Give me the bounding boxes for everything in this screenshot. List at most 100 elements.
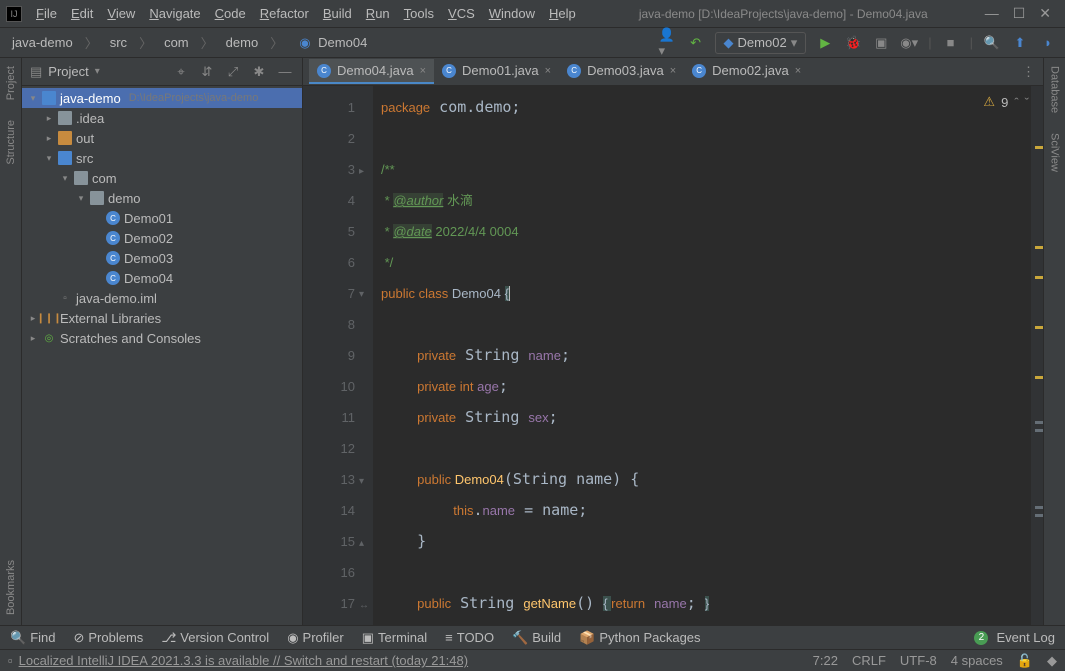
project-tree[interactable]: ▾java-demoD:\IdeaProjects\java-demo▸.ide…	[22, 86, 302, 350]
code-area[interactable]: package com.demo; /** * @author 水滴 * @da…	[373, 86, 1031, 625]
search-icon[interactable]: 🔍	[983, 34, 1001, 52]
inspection-summary[interactable]: ⚠ 9 ˆ ˇ	[983, 94, 1029, 110]
ide-scripting-icon[interactable]: ◗	[1039, 34, 1057, 52]
menu-code[interactable]: Code	[209, 4, 252, 23]
run-config-selector[interactable]: ◆ Demo02 ▾	[715, 32, 807, 54]
tree-row[interactable]: CDemo03	[22, 248, 302, 268]
close-tab-icon[interactable]: ×	[795, 65, 801, 77]
breadcrumb-item[interactable]: ◉ Demo04	[291, 33, 371, 53]
editor-tab[interactable]: CDemo02.java×	[684, 59, 809, 84]
menu-refactor[interactable]: Refactor	[254, 4, 315, 23]
bottom-tool-bar: 🔍 Find ⊘ Problems ⎇ Version Control ◉ Pr…	[0, 625, 1065, 649]
debug-icon[interactable]: 🐞	[844, 34, 862, 52]
editor: CDemo04.java×CDemo01.java×CDemo03.java×C…	[303, 58, 1043, 625]
tree-row[interactable]: ▸◎Scratches and Consoles	[22, 328, 302, 348]
menu-help[interactable]: Help	[543, 4, 582, 23]
warning-icon: ⚠	[983, 94, 995, 110]
status-icon[interactable]: ▫	[8, 653, 13, 668]
menu-build[interactable]: Build	[317, 4, 358, 23]
readonly-icon[interactable]: 🔓	[1017, 653, 1033, 669]
breadcrumb-item[interactable]: src	[106, 33, 131, 52]
tool-version-control[interactable]: ⎇ Version Control	[161, 630, 269, 646]
tool-profiler[interactable]: ◉ Profiler	[287, 630, 344, 646]
back-icon[interactable]: ↶	[687, 34, 705, 52]
window-title: java-demo [D:\IdeaProjects\java-demo] - …	[582, 7, 985, 21]
tool-database[interactable]: Database	[1049, 66, 1061, 113]
status-message[interactable]: Localized IntelliJ IDEA 2021.3.3 is avai…	[19, 653, 468, 668]
tree-row[interactable]: ▫java-demo.iml	[22, 288, 302, 308]
profile-icon[interactable]: ◉▾	[900, 34, 918, 52]
tree-row[interactable]: ▾java-demoD:\IdeaProjects\java-demo	[22, 88, 302, 108]
line-separator[interactable]: CRLF	[852, 653, 886, 669]
update-icon[interactable]: ⬆	[1011, 34, 1029, 52]
editor-tab[interactable]: CDemo01.java×	[434, 59, 559, 84]
tree-row[interactable]: ▾demo	[22, 188, 302, 208]
tool-find[interactable]: 🔍 Find	[10, 630, 55, 646]
close-tab-icon[interactable]: ×	[420, 65, 426, 77]
expand-all-icon[interactable]: ⇵	[198, 63, 216, 81]
file-encoding[interactable]: UTF-8	[900, 653, 937, 669]
tool-todo[interactable]: ≡ TODO	[445, 630, 494, 645]
breadcrumb-item[interactable]: java-demo	[8, 33, 77, 52]
java-icon: C	[692, 64, 706, 78]
breadcrumb-item[interactable]: com	[160, 33, 193, 52]
tool-build[interactable]: 🔨 Build	[512, 630, 561, 646]
tree-row[interactable]: ▸.idea	[22, 108, 302, 128]
add-user-icon[interactable]: 👤▾	[659, 34, 677, 52]
menu-file[interactable]: File	[30, 4, 63, 23]
tool-problems[interactable]: ⊘ Problems	[73, 630, 143, 646]
tree-row[interactable]: ▸out	[22, 128, 302, 148]
memory-icon[interactable]: ◆	[1047, 653, 1057, 669]
menu-run[interactable]: Run	[360, 4, 396, 23]
minimize-button[interactable]: —	[985, 5, 999, 22]
tree-row[interactable]: ▾com	[22, 168, 302, 188]
event-log[interactable]: 2Event Log	[974, 630, 1055, 645]
breadcrumb[interactable]: java-demo〉src〉com〉demo〉◉ Demo04	[8, 31, 371, 54]
java-icon: C	[442, 64, 456, 78]
breadcrumb-item[interactable]: demo	[222, 33, 263, 52]
menu-view[interactable]: View	[101, 4, 141, 23]
tool-sciview[interactable]: SciView	[1049, 133, 1061, 172]
locate-icon[interactable]: ⌖	[172, 63, 190, 81]
tool-project[interactable]: Project	[5, 66, 17, 100]
hide-icon[interactable]: —	[276, 63, 294, 81]
gutter[interactable]: ▸ ▾ ▾ ▴ ↔ 123456789101112131415161720	[303, 86, 373, 625]
stop-icon[interactable]: ■	[942, 34, 960, 52]
marker-bar[interactable]	[1031, 86, 1043, 625]
run-config-label: Demo02	[738, 35, 787, 50]
run-icon[interactable]: ▶	[816, 34, 834, 52]
menu-vcs[interactable]: VCS	[442, 4, 481, 23]
tree-row[interactable]: CDemo02	[22, 228, 302, 248]
maximize-button[interactable]: ☐	[1013, 5, 1026, 22]
titlebar: IJ FileEditViewNavigateCodeRefactorBuild…	[0, 0, 1065, 28]
menu-window[interactable]: Window	[483, 4, 541, 23]
tree-row[interactable]: ▸❙❙❙External Libraries	[22, 308, 302, 328]
java-icon: C	[317, 64, 331, 78]
sidebar-header: ▤ Project ▾ ⌖ ⇵ ⤢ ✱ —	[22, 58, 302, 86]
tool-terminal[interactable]: ▣ Terminal	[362, 630, 427, 646]
main-body: Project Structure Bookmarks ▤ Project ▾ …	[0, 58, 1065, 625]
tree-row[interactable]: CDemo04	[22, 268, 302, 288]
tree-row[interactable]: ▾src	[22, 148, 302, 168]
close-button[interactable]: ✕	[1039, 5, 1051, 22]
indent-info[interactable]: 4 spaces	[951, 653, 1003, 669]
coverage-icon[interactable]: ▣	[872, 34, 890, 52]
tree-row[interactable]: CDemo01	[22, 208, 302, 228]
menu-edit[interactable]: Edit	[65, 4, 99, 23]
collapse-all-icon[interactable]: ⤢	[224, 63, 242, 81]
close-tab-icon[interactable]: ×	[545, 65, 551, 77]
tool-bookmarks[interactable]: Bookmarks	[5, 560, 17, 615]
editor-tab[interactable]: CDemo04.java×	[309, 59, 434, 84]
close-tab-icon[interactable]: ×	[670, 65, 676, 77]
caret-position[interactable]: 7:22	[813, 653, 838, 669]
menu-tools[interactable]: Tools	[398, 4, 440, 23]
settings-icon[interactable]: ✱	[250, 63, 268, 81]
menu-navigate[interactable]: Navigate	[143, 4, 206, 23]
tabs-more-icon[interactable]: ⋮	[1022, 64, 1035, 80]
project-sidebar: ▤ Project ▾ ⌖ ⇵ ⤢ ✱ — ▾java-demoD:\IdeaP…	[22, 58, 303, 625]
editor-tab[interactable]: CDemo03.java×	[559, 59, 684, 84]
sidebar-title[interactable]: Project	[48, 64, 88, 79]
left-tool-strip: Project Structure Bookmarks	[0, 58, 22, 625]
tool-python-packages[interactable]: 📦 Python Packages	[579, 630, 700, 646]
tool-structure[interactable]: Structure	[5, 120, 17, 165]
